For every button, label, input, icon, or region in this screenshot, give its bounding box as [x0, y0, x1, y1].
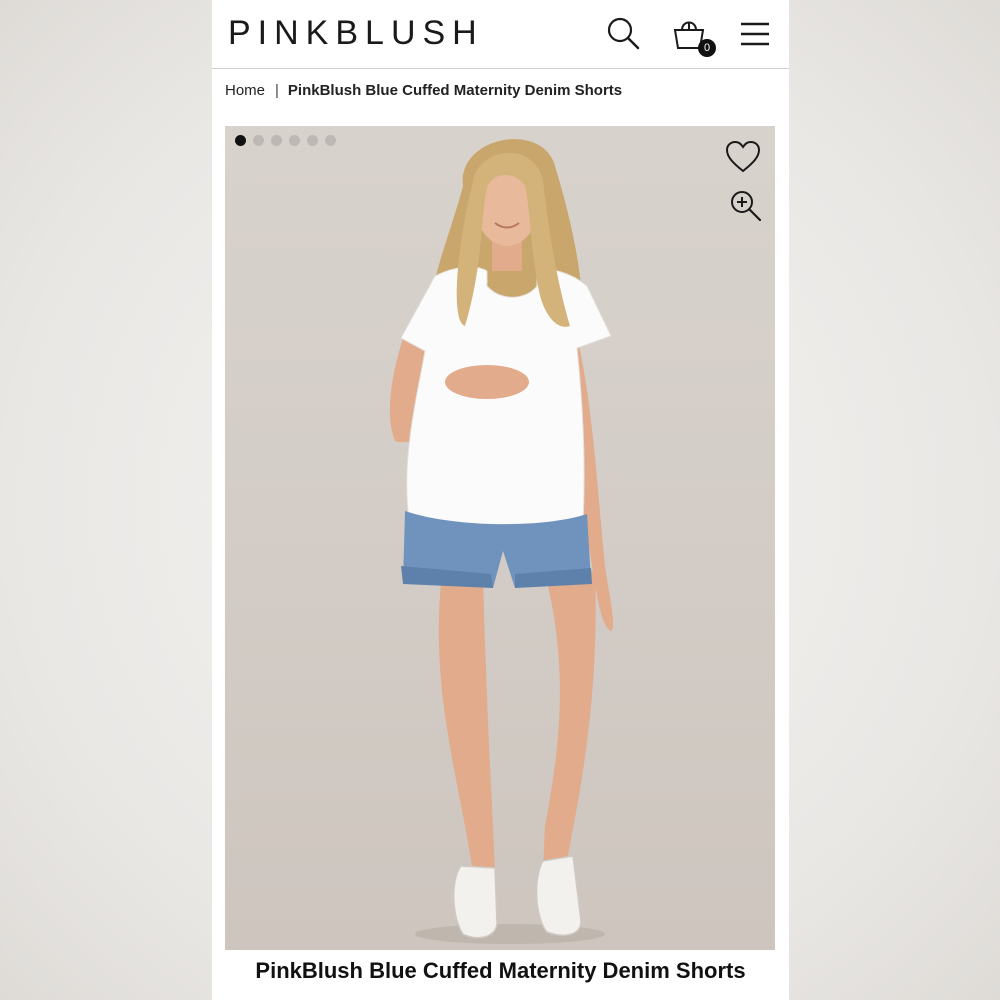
carousel-dot[interactable] [235, 135, 246, 146]
carousel-dot[interactable] [289, 135, 300, 146]
product-image[interactable] [225, 126, 775, 950]
mobile-page: PINKBLUSH 0 Home | PinkBlush Blue Cuffed M… [212, 0, 789, 1000]
hamburger-menu-icon[interactable] [740, 20, 770, 48]
cart-count-badge: 0 [698, 39, 716, 57]
zoom-in-icon[interactable] [730, 190, 762, 222]
heart-icon[interactable] [725, 140, 761, 174]
search-icon[interactable] [606, 16, 642, 52]
site-header: PINKBLUSH 0 [212, 0, 789, 69]
carousel-dot[interactable] [325, 135, 336, 146]
breadcrumb: Home | PinkBlush Blue Cuffed Maternity Den… [225, 82, 622, 99]
carousel-dot[interactable] [307, 135, 318, 146]
carousel-dot[interactable] [271, 135, 282, 146]
product-title: PinkBlush Blue Cuffed Maternity Denim Sh… [255, 958, 746, 983]
model-photo [389, 139, 614, 944]
breadcrumb-current: PinkBlush Blue Cuffed Maternity Denim Sh… [287, 82, 623, 99]
breadcrumb-separator: | [275, 82, 279, 99]
carousel-dot[interactable] [253, 135, 264, 146]
brand-logo[interactable]: PINKBLUSH [228, 14, 484, 53]
breadcrumb-home-link[interactable]: Home [225, 82, 265, 99]
carousel-dots [235, 135, 336, 146]
